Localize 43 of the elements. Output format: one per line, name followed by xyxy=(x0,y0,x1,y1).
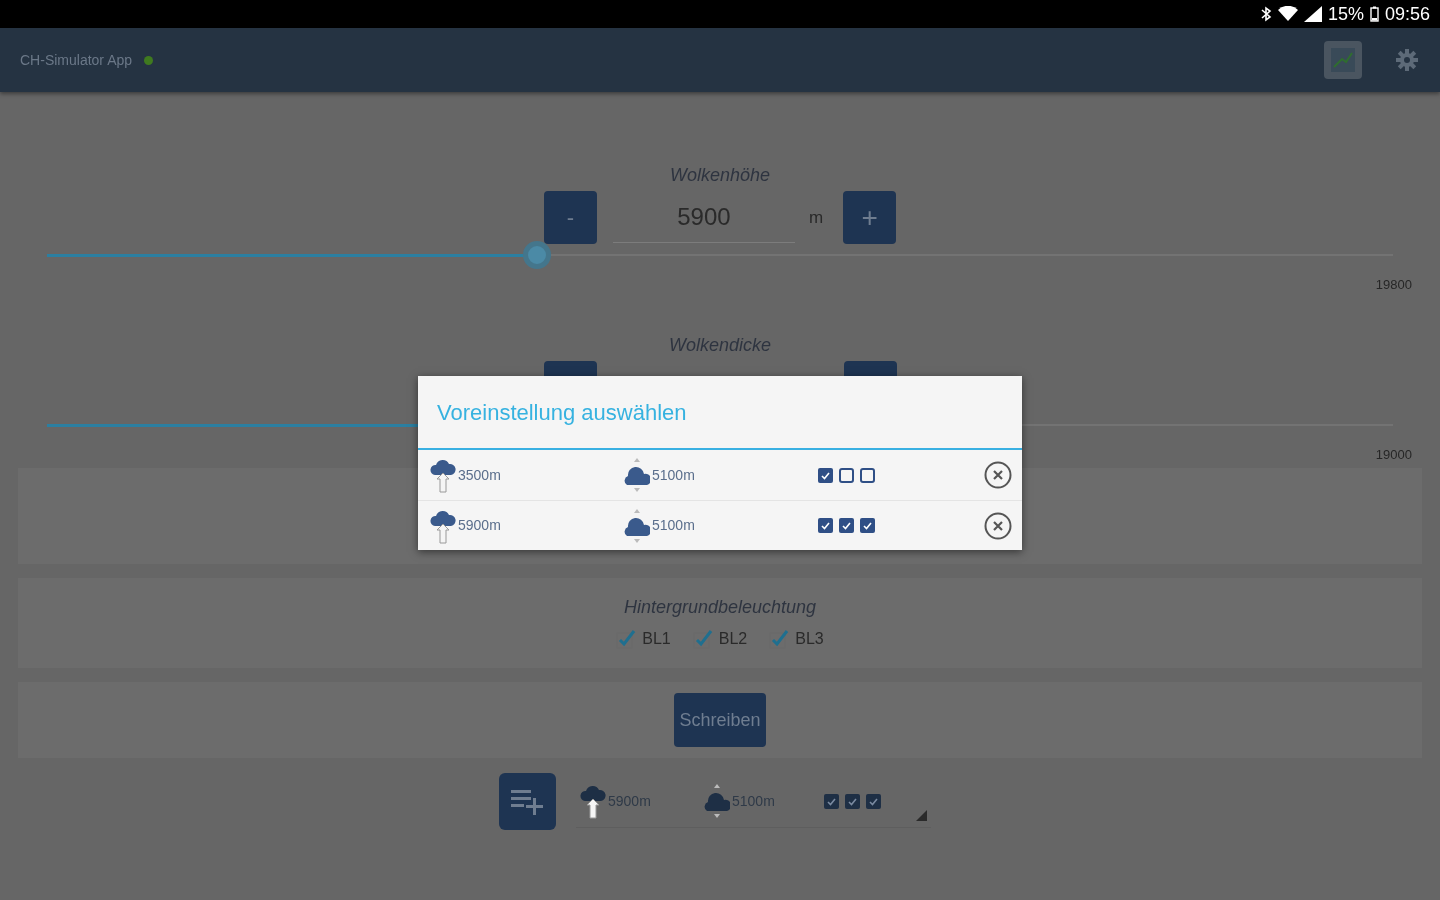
cloud-thickness-icon xyxy=(624,457,650,493)
slider-thumb[interactable] xyxy=(522,241,551,269)
playlist-add-icon xyxy=(510,787,545,816)
add-preset-button[interactable] xyxy=(499,773,556,830)
thickness-value: 5100m xyxy=(652,516,696,535)
backlight-checkbox[interactable]: BL3 xyxy=(769,627,824,651)
preset-row[interactable]: 5900m 5100m xyxy=(418,500,1022,550)
wifi-icon xyxy=(1277,6,1298,22)
write-button[interactable]: Schreiben xyxy=(674,693,766,747)
bluetooth-icon xyxy=(1259,6,1272,22)
dialog-title: Voreinstellung auswählen xyxy=(437,398,687,427)
height-value: 5900m xyxy=(458,516,502,535)
slider-max-label: 19000 xyxy=(1375,445,1412,464)
battery-icon xyxy=(1369,6,1379,22)
settings-icon[interactable] xyxy=(1396,49,1418,71)
backlight-checkbox[interactable]: BL2 xyxy=(692,627,748,651)
app-title: CH-Simulator App xyxy=(20,50,133,70)
cloud-thickness-icon xyxy=(704,783,730,819)
increment-button[interactable]: + xyxy=(843,191,897,244)
thickness-value: 5100m xyxy=(652,465,696,485)
section-label: Wolkenhöhe xyxy=(669,164,771,187)
cloud-thickness-icon xyxy=(624,507,650,544)
delete-icon[interactable] xyxy=(984,511,1012,540)
signal-icon xyxy=(1303,6,1322,22)
section-label: Hintergrundbeleuchtung xyxy=(623,596,817,619)
clock: 09:56 xyxy=(1384,2,1430,26)
backlight-checkbox[interactable]: BL1 xyxy=(616,627,671,651)
value-field[interactable]: 5900 xyxy=(612,192,795,243)
cloud-arrow-icon xyxy=(430,457,456,493)
height-value: 3500m xyxy=(458,465,502,485)
decrement-button[interactable]: - xyxy=(543,191,597,244)
battery-percent: 15% xyxy=(1327,2,1364,26)
cloud-arrow-icon xyxy=(580,783,606,819)
dropdown-triangle-icon xyxy=(916,809,927,821)
unit-label: m xyxy=(808,206,824,229)
thickness-value: 5100m xyxy=(732,791,776,811)
delete-icon[interactable] xyxy=(984,461,1012,489)
preset-dropdown[interactable]: 5900m 5100m xyxy=(576,775,931,828)
preset-row[interactable]: 3500m 5100m xyxy=(418,450,1022,500)
height-value: 5900m xyxy=(608,791,652,811)
slider-max-label: 19800 xyxy=(1375,276,1412,294)
section-label: Wolkendicke xyxy=(668,333,771,357)
chart-button[interactable] xyxy=(1324,41,1362,79)
